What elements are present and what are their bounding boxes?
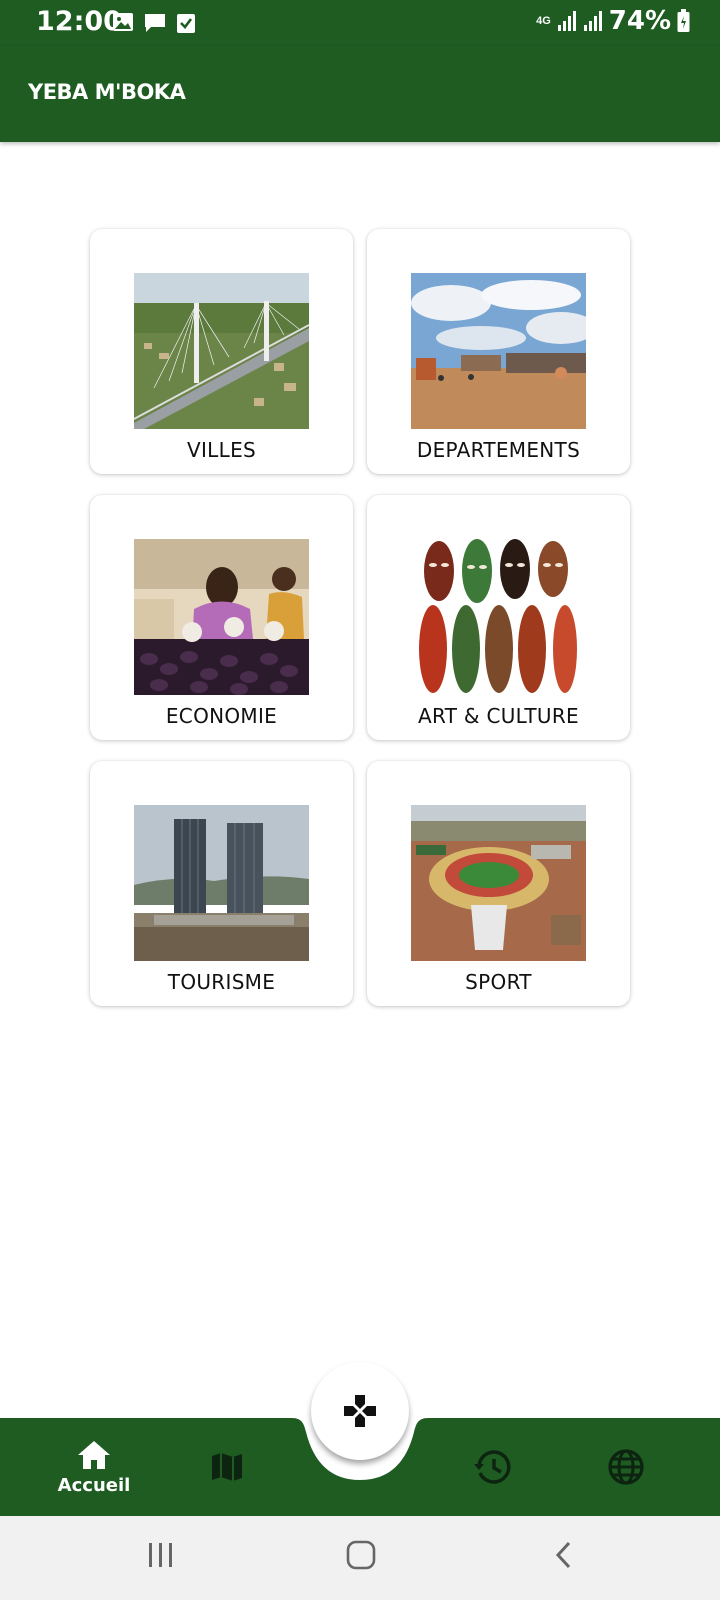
signal-icon — [557, 11, 576, 31]
category-card-sport[interactable]: SPORT — [367, 761, 630, 1006]
check-icon — [177, 14, 195, 33]
signal-icon — [583, 11, 602, 31]
category-card-economie[interactable]: ECONOMIE — [90, 495, 353, 740]
home-icon — [78, 1440, 110, 1469]
nav-item-map[interactable] — [197, 1418, 257, 1516]
home-system-button[interactable] — [346, 1540, 376, 1575]
battery-percent: 74% — [608, 6, 671, 36]
departements-image — [411, 273, 586, 429]
category-card-tourisme[interactable]: TOURISME — [90, 761, 353, 1006]
category-label: SPORT — [465, 970, 532, 994]
villes-image — [134, 273, 309, 429]
home-circle-icon — [346, 1540, 376, 1570]
economie-image — [134, 539, 309, 695]
category-card-villes[interactable]: VILLES — [90, 229, 353, 474]
back-icon — [555, 1541, 571, 1569]
status-time: 12:00 — [36, 6, 122, 37]
art-culture-image — [411, 539, 586, 695]
category-label: DEPARTEMENTS — [416, 438, 581, 462]
gamepad-icon — [344, 1395, 376, 1427]
category-label: ART & CULTURE — [418, 704, 579, 728]
category-grid: VILLES DEPARTEMENTS ECONOMIE ART & CULTU… — [90, 229, 631, 1006]
category-label: ECONOMIE — [165, 704, 278, 728]
game-fab-button[interactable] — [311, 1362, 409, 1460]
notification-icons — [112, 12, 196, 34]
category-label: TOURISME — [167, 970, 276, 994]
category-card-art-culture[interactable]: ART & CULTURE — [367, 495, 630, 740]
back-button[interactable] — [553, 1540, 573, 1575]
nav-item-globe[interactable] — [596, 1418, 656, 1516]
map-icon — [212, 1453, 242, 1481]
status-bar: 12:00 4G 74% — [0, 0, 720, 46]
recent-apps-button[interactable] — [147, 1540, 175, 1575]
nav-label: Accueil — [57, 1474, 131, 1496]
system-navigation-bar — [0, 1516, 720, 1600]
app-title: YEBA M'BOKA — [28, 80, 186, 104]
history-icon — [474, 1450, 511, 1484]
system-status-icons: 4G 74% — [536, 6, 690, 36]
network-type: 4G — [536, 15, 551, 27]
image-icon — [113, 13, 133, 31]
globe-icon — [608, 1449, 644, 1485]
tourisme-image — [134, 805, 309, 961]
recent-apps-icon — [149, 1543, 172, 1567]
battery-icon — [677, 9, 690, 32]
sport-image — [411, 805, 586, 961]
app-bar: YEBA M'BOKA — [0, 46, 720, 142]
message-icon — [145, 14, 165, 32]
category-label: VILLES — [187, 438, 256, 462]
category-card-departements[interactable]: DEPARTEMENTS — [367, 229, 630, 474]
nav-item-accueil[interactable]: Accueil — [44, 1418, 144, 1516]
nav-item-history[interactable] — [463, 1418, 523, 1516]
